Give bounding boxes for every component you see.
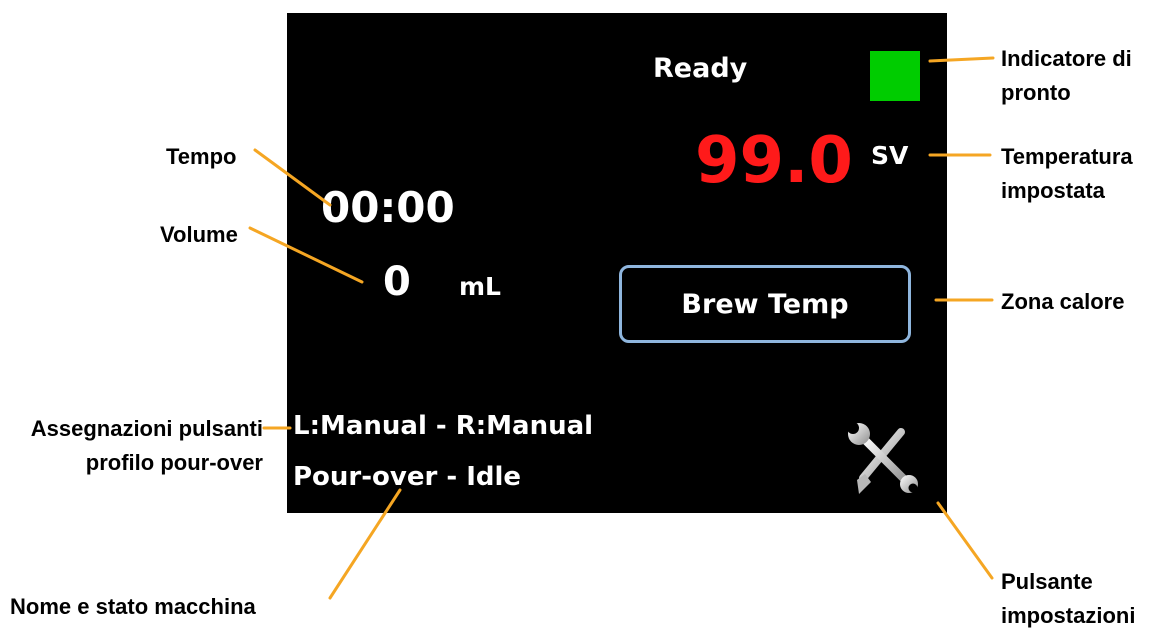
callout-line: Assegnazioni pulsanti xyxy=(30,416,263,441)
timer-display: 00:00 xyxy=(321,183,455,232)
leader-line xyxy=(936,501,994,580)
settings-button[interactable] xyxy=(843,418,923,498)
callout-settings-button: Pulsante impostazioni xyxy=(1001,565,1135,633)
callout-line: Temperatura xyxy=(1001,144,1133,169)
coffee-machine-screen: 00:00 0 mL Ready 99.0 SV Brew Temp L:Man… xyxy=(287,13,947,513)
volume-value: 0 xyxy=(383,259,411,305)
callout-heat-zone: Zona calore xyxy=(1001,289,1125,314)
callout-volume: Volume xyxy=(160,222,238,247)
callout-button-assignments: Assegnazioni pulsanti profilo pour-over xyxy=(31,412,263,480)
heat-zone-label: Brew Temp xyxy=(681,288,849,320)
heat-zone-button[interactable]: Brew Temp xyxy=(619,265,911,343)
callout-line: Pulsante xyxy=(1001,569,1093,594)
status-text: Ready xyxy=(653,53,748,84)
callout-set-temperature: Temperatura impostata xyxy=(1001,140,1133,208)
progress-ring xyxy=(287,75,581,411)
ready-indicator xyxy=(870,51,920,101)
callout-line: Indicatore di xyxy=(1001,46,1132,71)
callout-line: profilo pour-over xyxy=(85,450,263,475)
volume-unit: mL xyxy=(459,272,501,301)
set-temperature: 99.0 xyxy=(695,124,853,198)
button-assignments: L:Manual - R:Manual xyxy=(293,411,594,441)
callout-line: impostazioni xyxy=(1001,603,1136,628)
machine-status: Pour-over - Idle xyxy=(293,462,522,492)
set-temperature-unit: SV xyxy=(871,141,909,170)
callout-machine-name-status: Nome e stato macchina xyxy=(10,594,256,619)
callout-time: Tempo xyxy=(166,144,237,169)
callout-ready-indicator: Indicatore di pronto xyxy=(1001,42,1132,110)
callout-line: impostata xyxy=(1001,178,1105,203)
callout-line: pronto xyxy=(1001,80,1071,105)
wrench-screwdriver-icon xyxy=(847,422,918,494)
